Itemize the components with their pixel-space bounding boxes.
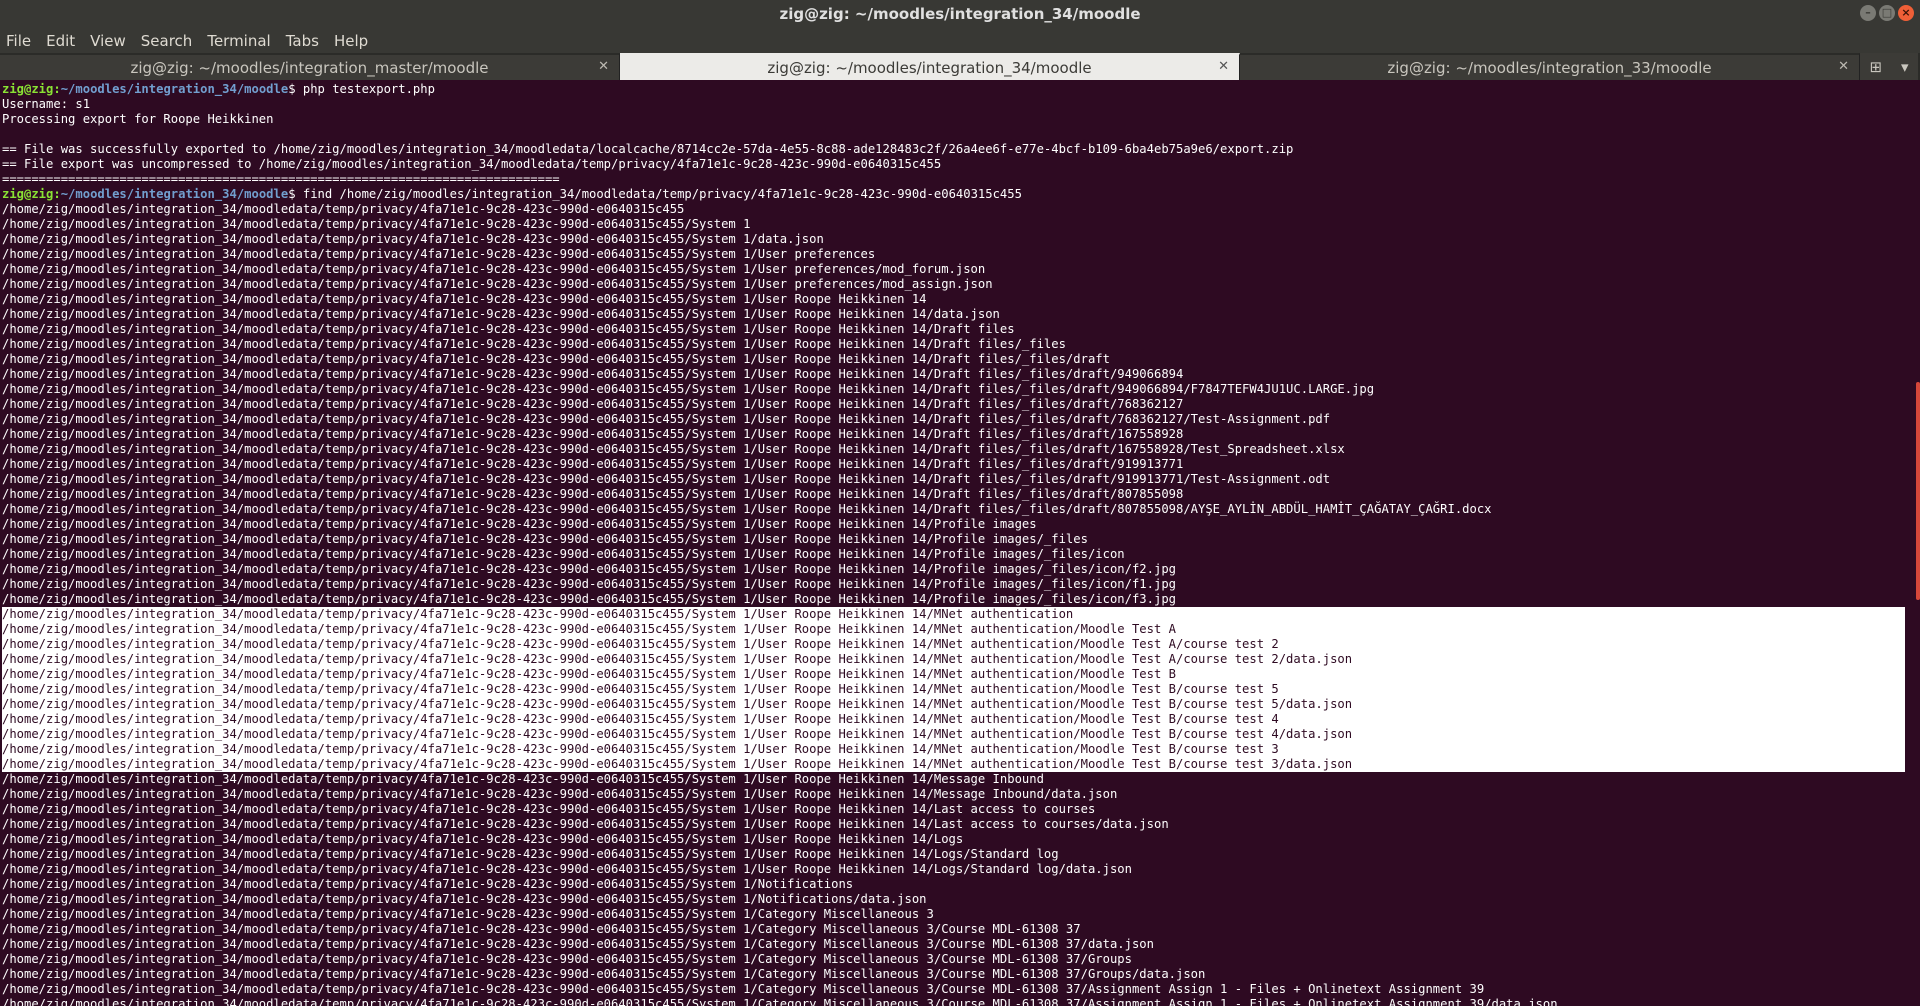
output-line: == File was successfully exported to /ho… xyxy=(2,142,1294,156)
output-line: /home/zig/moodles/integration_34/moodled… xyxy=(2,907,934,921)
output-line: /home/zig/moodles/integration_34/moodled… xyxy=(2,592,1176,606)
menu-help[interactable]: Help xyxy=(334,32,368,50)
output-line: /home/zig/moodles/integration_34/moodled… xyxy=(2,382,1375,396)
output-line: /home/zig/moodles/integration_34/moodled… xyxy=(2,517,1037,531)
chevron-down-icon[interactable]: ▾ xyxy=(1901,58,1909,76)
output-line: /home/zig/moodles/integration_34/moodled… xyxy=(2,352,1110,366)
output-line: /home/zig/moodles/integration_34/moodled… xyxy=(2,577,1176,591)
output-line: /home/zig/moodles/integration_34/moodled… xyxy=(2,652,1905,667)
output-line: /home/zig/moodles/integration_34/moodled… xyxy=(2,982,1485,996)
output-line: Processing export for Roope Heikkinen xyxy=(2,112,274,126)
output-line: /home/zig/moodles/integration_34/moodled… xyxy=(2,292,927,306)
menu-view[interactable]: View xyxy=(90,32,126,50)
minimize-icon[interactable]: – xyxy=(1860,5,1876,21)
tab-integration-master[interactable]: zig@zig: ~/moodles/integration_master/mo… xyxy=(0,53,620,80)
tab-bar: zig@zig: ~/moodles/integration_master/mo… xyxy=(0,53,1920,80)
tab-integration-34[interactable]: zig@zig: ~/moodles/integration_34/moodle… xyxy=(620,53,1240,80)
close-icon[interactable]: ✕ xyxy=(1218,59,1229,74)
output-line: ========================================… xyxy=(2,172,560,186)
output-line: /home/zig/moodles/integration_34/moodled… xyxy=(2,232,824,246)
menu-file[interactable]: File xyxy=(6,32,31,50)
output-line: /home/zig/moodles/integration_34/moodled… xyxy=(2,997,1558,1006)
output-line: /home/zig/moodles/integration_34/moodled… xyxy=(2,487,1184,501)
output-line: Username: s1 xyxy=(2,97,91,111)
output-line: /home/zig/moodles/integration_34/moodled… xyxy=(2,622,1905,637)
output-line: /home/zig/moodles/integration_34/moodled… xyxy=(2,862,1132,876)
output-line: == File export was uncompressed to /home… xyxy=(2,157,942,171)
output-line: /home/zig/moodles/integration_34/moodled… xyxy=(2,847,1059,861)
scrollbar[interactable] xyxy=(1914,82,1920,1006)
menu-bar: File Edit View Search Terminal Tabs Help xyxy=(0,28,1920,53)
terminal-output[interactable]: zig@zig:~/moodles/integration_34/moodle$… xyxy=(0,82,1910,1006)
output-line: /home/zig/moodles/integration_34/moodled… xyxy=(2,277,993,291)
output-line: /home/zig/moodles/integration_34/moodled… xyxy=(2,247,876,261)
output-line: /home/zig/moodles/integration_34/moodled… xyxy=(2,787,1118,801)
output-line: /home/zig/moodles/integration_34/moodled… xyxy=(2,457,1184,471)
prompt-user: zig@zig xyxy=(2,82,54,96)
maximize-icon[interactable]: □ xyxy=(1879,5,1895,21)
output-line: /home/zig/moodles/integration_34/moodled… xyxy=(2,802,1096,816)
command-text: find /home/zig/moodles/integration_34/mo… xyxy=(295,187,1022,201)
output-line: /home/zig/moodles/integration_34/moodled… xyxy=(2,667,1905,682)
output-line: /home/zig/moodles/integration_34/moodled… xyxy=(2,217,751,231)
prompt-path: ~/moodles/integration_34/moodle xyxy=(60,82,289,96)
menu-edit[interactable]: Edit xyxy=(46,32,75,50)
output-line: /home/zig/moodles/integration_34/moodled… xyxy=(2,322,1015,336)
output-line: /home/zig/moodles/integration_34/moodled… xyxy=(2,607,1905,622)
prompt-path: ~/moodles/integration_34/moodle xyxy=(60,187,289,201)
output-line: /home/zig/moodles/integration_34/moodled… xyxy=(2,472,1331,486)
menu-search[interactable]: Search xyxy=(141,32,193,50)
output-line: /home/zig/moodles/integration_34/moodled… xyxy=(2,532,1088,546)
output-line: /home/zig/moodles/integration_34/moodled… xyxy=(2,922,1081,936)
window-controls: – □ × xyxy=(1860,5,1914,21)
close-icon[interactable]: ✕ xyxy=(598,59,609,74)
output-line: /home/zig/moodles/integration_34/moodled… xyxy=(2,727,1905,742)
window-titlebar[interactable]: zig@zig: ~/moodles/integration_34/moodle… xyxy=(0,0,1920,28)
tab-integration-33[interactable]: zig@zig: ~/moodles/integration_33/moodle… xyxy=(1240,53,1860,80)
output-line: /home/zig/moodles/integration_34/moodled… xyxy=(2,427,1184,441)
output-line: /home/zig/moodles/integration_34/moodled… xyxy=(2,877,854,891)
close-icon[interactable]: × xyxy=(1898,5,1914,21)
output-line: /home/zig/moodles/integration_34/moodled… xyxy=(2,397,1184,411)
output-line: /home/zig/moodles/integration_34/moodled… xyxy=(2,772,1044,786)
prompt-line: zig@zig:~/moodles/integration_34/moodle$… xyxy=(2,187,1022,201)
close-icon[interactable]: ✕ xyxy=(1838,59,1849,74)
output-line: /home/zig/moodles/integration_34/moodled… xyxy=(2,307,1000,321)
output-line: /home/zig/moodles/integration_34/moodled… xyxy=(2,697,1905,712)
prompt-user: zig@zig xyxy=(2,187,54,201)
window-title: zig@zig: ~/moodles/integration_34/moodle xyxy=(779,5,1141,23)
output-line: /home/zig/moodles/integration_34/moodled… xyxy=(2,367,1184,381)
output-line: /home/zig/moodles/integration_34/moodled… xyxy=(2,502,1492,516)
output-line: /home/zig/moodles/integration_34/moodled… xyxy=(2,967,1206,981)
prompt-line: zig@zig:~/moodles/integration_34/moodle$… xyxy=(2,82,435,96)
tab-label: zig@zig: ~/moodles/integration_34/moodle xyxy=(767,58,1092,77)
output-line: /home/zig/moodles/integration_34/moodled… xyxy=(2,742,1905,757)
output-line: /home/zig/moodles/integration_34/moodled… xyxy=(2,682,1905,697)
output-line: /home/zig/moodles/integration_34/moodled… xyxy=(2,262,986,276)
menu-tabs[interactable]: Tabs xyxy=(286,32,319,50)
output-line: /home/zig/moodles/integration_34/moodled… xyxy=(2,892,927,906)
output-line: /home/zig/moodles/integration_34/moodled… xyxy=(2,637,1905,652)
output-line: /home/zig/moodles/integration_34/moodled… xyxy=(2,442,1345,456)
output-line: /home/zig/moodles/integration_34/moodled… xyxy=(2,412,1331,426)
output-line: /home/zig/moodles/integration_34/moodled… xyxy=(2,757,1905,772)
new-tab-icon[interactable]: ⊞ xyxy=(1869,58,1882,76)
tab-label: zig@zig: ~/moodles/integration_33/moodle xyxy=(1387,58,1712,77)
tab-label: zig@zig: ~/moodles/integration_master/mo… xyxy=(130,58,489,77)
output-line: /home/zig/moodles/integration_34/moodled… xyxy=(2,712,1905,727)
output-line: /home/zig/moodles/integration_34/moodled… xyxy=(2,202,685,216)
output-line: /home/zig/moodles/integration_34/moodled… xyxy=(2,832,964,846)
scroll-thumb[interactable] xyxy=(1916,382,1920,600)
menu-terminal[interactable]: Terminal xyxy=(207,32,270,50)
output-line: /home/zig/moodles/integration_34/moodled… xyxy=(2,337,1066,351)
command-text: php testexport.php xyxy=(295,82,435,96)
output-line: /home/zig/moodles/integration_34/moodled… xyxy=(2,952,1132,966)
output-line: /home/zig/moodles/integration_34/moodled… xyxy=(2,817,1169,831)
output-line: /home/zig/moodles/integration_34/moodled… xyxy=(2,562,1176,576)
output-line: /home/zig/moodles/integration_34/moodled… xyxy=(2,937,1154,951)
output-line: /home/zig/moodles/integration_34/moodled… xyxy=(2,547,1125,561)
tab-actions: ⊞ ▾ xyxy=(1860,53,1918,80)
